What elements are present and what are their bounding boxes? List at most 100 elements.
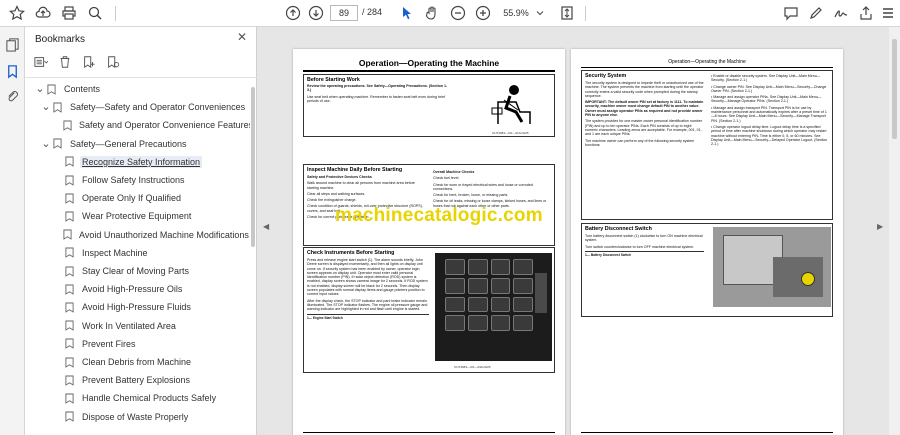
fit-page-icon[interactable]	[556, 3, 578, 23]
figure-ref: OUT4083—UN—01AUG05	[492, 131, 529, 135]
bookmark-item[interactable]: Handle Chemical Products Safely	[25, 389, 250, 407]
scrollbar-thumb[interactable]	[892, 39, 897, 139]
main-toolbar: 89 / 284 55.9%	[0, 0, 900, 27]
bookmark-item[interactable]: Avoid Unauthorized Machine Modifications	[25, 226, 250, 244]
display-panel-photo	[435, 253, 552, 361]
bookmark-item[interactable]: Prevent Battery Explosions	[25, 371, 250, 389]
bookmark-item[interactable]: Dispose of Waste Properly	[25, 408, 250, 426]
bookmarks-scrollbar[interactable]	[251, 87, 255, 247]
bookmark-item[interactable]: Prevent Fires	[25, 335, 250, 353]
bookmark-item[interactable]: Recognize Safety Information	[25, 153, 250, 171]
bookmarks-divider	[25, 77, 257, 78]
bookmark-flag-icon	[63, 228, 72, 242]
bullet-item: • Enable or disable security system. See…	[711, 74, 821, 83]
bookmark-label: Safety—General Precautions	[70, 138, 187, 149]
section-before-starting: Before Starting Work Review the operatin…	[303, 74, 555, 137]
caret-right-icon[interactable]: ▶	[877, 222, 883, 231]
star-icon[interactable]	[6, 3, 28, 23]
page-up-icon[interactable]	[282, 3, 304, 23]
delete-bookmark-icon[interactable]	[57, 54, 73, 70]
bookmark-item[interactable]: Clean Debris from Machine	[25, 353, 250, 371]
bookmark-item[interactable]: Safety and Operator Convenience Features	[25, 116, 250, 134]
bookmark-label: Avoid Unauthorized Machine Modifications	[79, 229, 249, 240]
watermark-text: machinecatalogic.com	[335, 205, 543, 226]
bookmark-item[interactable]: Work In Ventilated Area	[25, 317, 250, 335]
print-icon[interactable]	[58, 3, 80, 23]
bookmark-flag-icon	[63, 355, 75, 369]
bookmark-label: Stay Clear of Moving Parts	[82, 266, 190, 276]
check-item: Check for bent, broken, loose, or missin…	[433, 193, 509, 198]
pen-icon[interactable]	[805, 3, 827, 23]
subsection-title: Overall Machine Checks	[433, 170, 475, 174]
bookmark-flag-icon	[63, 155, 75, 169]
bullet-item: • Manage and assign operator PINs. See D…	[711, 95, 822, 104]
zoom-out-icon[interactable]	[447, 3, 469, 23]
section-text: Turn battery disconnect switch (1) clock…	[585, 234, 703, 243]
figure-ref: OUT4083—UN—04AUG05	[454, 365, 491, 369]
pdf-page-left: Operation—Operating the Machine Before S…	[293, 49, 565, 435]
bookmark-flag-icon	[51, 100, 63, 114]
bookmark-flag-icon	[63, 209, 75, 223]
bookmark-flag-icon	[63, 246, 75, 260]
section-text: Review the operating precautions. See Sa…	[307, 84, 448, 93]
bookmarks-panel: Bookmarks ✕ ⌄ Contents ⌄ Safety—Safety and …	[25, 27, 257, 435]
zoom-level-select[interactable]: 55.9%	[498, 5, 534, 21]
bookmark-label: Avoid High-Pressure Oils	[82, 284, 183, 295]
chevron-down-icon[interactable]: ⌄	[41, 102, 51, 113]
bookmark-item[interactable]: Follow Safety Instructions	[25, 171, 250, 189]
bookmark-flag-icon	[63, 191, 75, 205]
chevron-down-icon[interactable]	[534, 3, 546, 23]
bookmark-item[interactable]: Wear Protective Equipment	[25, 207, 250, 225]
section-security-system: Security System The security system is d…	[581, 70, 833, 220]
battery-switch-photo	[713, 227, 831, 307]
page-total: / 284	[362, 7, 383, 17]
thumbnails-icon[interactable]	[5, 37, 20, 52]
important-note: IMPORTANT: The default owner PIN set at …	[585, 100, 704, 118]
attachment-icon[interactable]	[5, 89, 20, 104]
bookmark-item[interactable]: Avoid High-Pressure Oils	[25, 280, 250, 298]
bookmark-item[interactable]: Operate Only If Qualified	[25, 189, 250, 207]
pointer-icon[interactable]	[396, 3, 418, 23]
bookmark-flag-icon	[63, 264, 75, 278]
chevron-down-icon[interactable]: ⌄	[35, 84, 45, 95]
bookmark-flag-icon	[63, 391, 75, 405]
bookmark-label: Prevent Battery Explosions	[82, 375, 191, 386]
section-text: The machine owner can perform any of the…	[585, 138, 695, 147]
document-scrollbar[interactable]	[889, 27, 900, 435]
section-battery-disconnect: Battery Disconnect Switch Turn battery d…	[581, 223, 833, 317]
bookmark-options-icon[interactable]	[33, 54, 49, 70]
check-item: Check fire extinguisher charge.	[307, 198, 357, 203]
bookmark-item[interactable]: Avoid High-Pressure Fluids	[25, 298, 250, 316]
add-bookmark-icon[interactable]	[81, 54, 97, 70]
chevron-down-icon[interactable]: ⌄	[41, 138, 51, 149]
zoom-in-icon[interactable]	[472, 3, 494, 23]
bookmark-item[interactable]: ⌄ Contents	[25, 80, 250, 98]
menu-icon[interactable]	[877, 3, 899, 23]
comment-icon[interactable]	[780, 3, 802, 23]
zoom-search-icon[interactable]	[84, 3, 106, 23]
section-text: The system provides for one master owner…	[585, 119, 703, 137]
page-number-input[interactable]: 89	[330, 5, 358, 21]
caret-left-icon[interactable]: ◀	[263, 222, 269, 231]
close-icon[interactable]: ✕	[235, 30, 249, 44]
bookmarks-tree: ⌄ Contents ⌄ Safety—Safety and Operator Con…	[25, 79, 250, 435]
bookmark-flag-icon	[51, 137, 63, 151]
bookmark-properties-icon[interactable]	[105, 54, 121, 70]
bookmark-label: Operate Only If Qualified	[82, 193, 182, 204]
upload-icon[interactable]	[32, 3, 54, 23]
bookmark-flag-icon	[63, 410, 75, 424]
sign-icon[interactable]	[830, 3, 852, 23]
bookmark-item[interactable]: Stay Clear of Moving Parts	[25, 262, 250, 280]
bookmark-label: Recognize Safety Information	[80, 155, 203, 168]
navigation-rail	[0, 27, 25, 435]
bookmark-item[interactable]: Inspect Machine	[25, 244, 250, 262]
bookmark-item[interactable]: ⌄ Safety—General Precautions	[25, 135, 250, 153]
document-viewer[interactable]: ◀ ▶ Operation—Operating the Machine Befo…	[257, 27, 900, 435]
bookmark-item[interactable]: ⌄ Safety—Safety and Operator Conveniences	[25, 98, 250, 116]
bookmark-icon[interactable]	[5, 64, 20, 79]
hand-icon[interactable]	[421, 3, 443, 23]
page-down-icon[interactable]	[305, 3, 327, 23]
share-icon[interactable]	[855, 3, 877, 23]
bookmark-label: Safety and Operator Convenience Features	[79, 120, 250, 131]
bookmark-flag-icon	[63, 373, 75, 387]
